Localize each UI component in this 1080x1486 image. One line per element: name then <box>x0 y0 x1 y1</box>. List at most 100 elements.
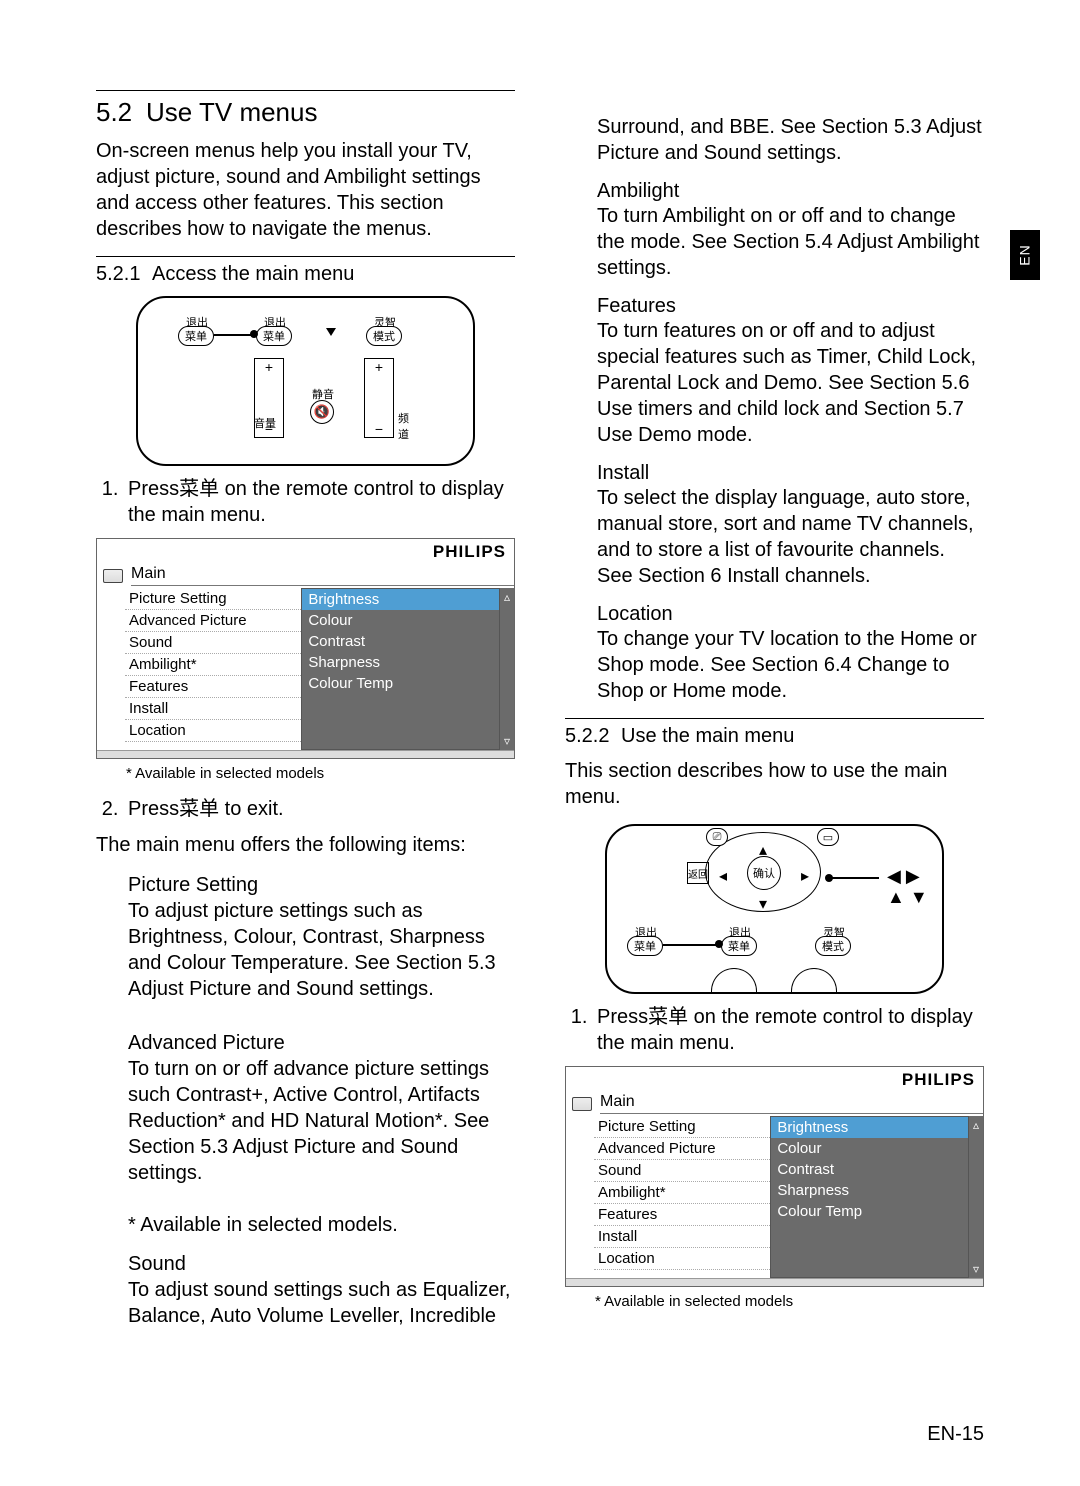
rc-small-button-right: ▭ <box>817 828 839 846</box>
step-text: Press <box>597 1006 648 1028</box>
right-arrow-icon: ▸ <box>801 866 809 886</box>
menu-item: Sound <box>125 632 301 654</box>
up-arrow-icon: ▵ <box>973 1118 979 1132</box>
section-title: Use TV menus <box>146 97 317 127</box>
feature-title: Sound <box>128 1251 515 1277</box>
menu-subitem: Colour Temp <box>302 673 499 694</box>
rc-small-button-left: ⎚ <box>706 828 728 846</box>
subsection-title: Use the main menu <box>621 725 794 747</box>
menu-item: Location <box>594 1248 770 1270</box>
availability-note: * Available in selected models. <box>128 1214 515 1237</box>
plus-icon: + <box>365 359 393 375</box>
steps-list: Press菜单 on the remote control to display… <box>104 476 515 528</box>
menu-item: Install <box>594 1226 770 1248</box>
down-arrow-icon: ▾ <box>759 894 767 914</box>
menu-item: Install <box>125 698 301 720</box>
menu-footnote: * Available in selected models <box>126 765 515 782</box>
page: EN 5.2Use TV menus On-screen menus help … <box>0 0 1080 1486</box>
section-heading: 5.2Use TV menus <box>96 97 515 128</box>
rc-bottom-arc <box>791 968 837 994</box>
rule <box>565 718 984 719</box>
feature-body: To adjust picture settings such as Brigh… <box>128 898 515 1002</box>
menu-title: Main <box>600 1093 983 1114</box>
menu-subitem: Brightness <box>771 1117 968 1138</box>
plus-icon: + <box>255 359 283 375</box>
feature-item: Picture Setting To adjust picture settin… <box>128 872 515 1016</box>
brand-logo: PHILIPS <box>97 539 514 565</box>
feature-item: Advanced Picture To turn on or off advan… <box>128 1030 515 1200</box>
rc-menu-button-center: 菜单 <box>256 326 292 346</box>
menu-item: Ambilight* <box>594 1182 770 1204</box>
rc-callout-dot <box>715 940 723 948</box>
menu-item: Features <box>125 676 301 698</box>
menu-item: Picture Setting <box>594 1116 770 1138</box>
feature-body: To turn on or off advance picture settin… <box>128 1056 515 1186</box>
rc-callout-line <box>663 944 717 946</box>
offer-intro: The main menu offers the following items… <box>96 832 515 858</box>
steps-list-2: Press菜单 on the remote control to display… <box>573 1004 984 1056</box>
menu-item: Advanced Picture <box>125 610 301 632</box>
steps-list: Press菜单 to exit. <box>104 796 515 822</box>
intro-text: On-screen menus help you install your TV… <box>96 138 515 242</box>
step-item: Press菜单 on the remote control to display… <box>593 1004 984 1056</box>
feature-body: To change your TV location to the Home o… <box>597 626 984 704</box>
feature-title: Advanced Picture <box>128 1030 515 1056</box>
rc-bottom-arc <box>711 968 757 994</box>
subsection-title: Access the main menu <box>152 263 354 285</box>
menu-footnote-2: * Available in selected models <box>595 1293 984 1310</box>
menu-left-list: Picture Setting Advanced Picture Sound A… <box>566 1116 770 1278</box>
menu-item: Picture Setting <box>125 588 301 610</box>
step-text: to exit. <box>219 798 283 820</box>
osd-menu-panel-2: PHILIPS Main Picture Setting Advanced Pi… <box>565 1066 984 1287</box>
menu-left-list: Picture Setting Advanced Picture Sound A… <box>97 588 301 750</box>
feature-title: Location <box>597 603 984 626</box>
left-arrow-icon: ◂ <box>719 866 727 886</box>
menu-item: Features <box>594 1204 770 1226</box>
scroll-indicator: ▵▿ <box>969 1116 983 1278</box>
rc-volume-label: 音量 <box>254 415 276 431</box>
remote-illustration-2: ▴ ▾ ◂ ▸ 确认 返回 ⎚ ▭ ◀ ▶ ▲ ▼ 退出 菜单 退出 菜单 <box>605 824 944 994</box>
rc-menu-button-bottom-center: 菜单 <box>721 936 757 956</box>
feature-body: To adjust sound settings such as Equaliz… <box>128 1277 515 1329</box>
feature-title: Picture Setting <box>128 872 515 898</box>
cjk-text: 菜单 <box>179 478 219 500</box>
down-arrow-icon: ▿ <box>973 1262 979 1276</box>
menu-subitem: Colour Temp <box>771 1201 968 1222</box>
section-number: 5.2 <box>96 97 146 128</box>
left-column: 5.2Use TV menus On-screen menus help you… <box>96 90 515 1343</box>
menu-subitem: Contrast <box>302 631 499 652</box>
feature-item: Sound To adjust sound settings such as E… <box>128 1251 515 1329</box>
language-tab-text: EN <box>1017 244 1033 265</box>
osd-menu-panel: PHILIPS Main Picture Setting Advanced Pi… <box>96 538 515 759</box>
menu-item: Ambilight* <box>125 654 301 676</box>
step-text: Press <box>128 798 179 820</box>
feature-title: Ambilight <box>597 180 984 203</box>
minus-icon: − <box>365 421 393 437</box>
rc-mode-button: 模式 <box>815 936 851 956</box>
page-number: EN-15 <box>927 1423 984 1446</box>
folder-icon <box>103 569 123 583</box>
menu-right-list: Brightness Colour Contrast Sharpness Col… <box>301 588 500 750</box>
brand-logo: PHILIPS <box>566 1067 983 1093</box>
menu-right-list: Brightness Colour Contrast Sharpness Col… <box>770 1116 969 1278</box>
step-item: Press菜单 on the remote control to display… <box>124 476 515 528</box>
menu-subitem: Colour <box>302 610 499 631</box>
subsection-number: 5.2.1 <box>96 263 152 286</box>
down-arrow-icon: ▿ <box>504 734 510 748</box>
menu-header: Main <box>566 1093 983 1116</box>
rc-callout-line <box>214 334 254 336</box>
arrow-callout-label: ◀ ▶ ▲ ▼ <box>887 866 942 908</box>
menu-item: Advanced Picture <box>594 1138 770 1160</box>
remote-illustration-1: 退出 菜单 退出 菜单 灵智 模式 + − <box>136 296 475 466</box>
right-column: Surround, and BBE. See Section 5.3 Adjus… <box>565 90 984 1343</box>
menu-item: Sound <box>594 1160 770 1182</box>
scroll-indicator: ▵▿ <box>500 588 514 750</box>
rc-channel-rocker: + − <box>364 358 394 438</box>
sub2-intro: This section describes how to use the ma… <box>565 758 984 810</box>
menu-subitem: Brightness <box>302 589 499 610</box>
menu-subitem: Sharpness <box>302 652 499 673</box>
rule <box>96 256 515 257</box>
rc-mute-button: 🔇 <box>310 400 334 424</box>
rc-menu-button-left: 菜单 <box>178 326 214 346</box>
menu-subitem: Contrast <box>771 1159 968 1180</box>
